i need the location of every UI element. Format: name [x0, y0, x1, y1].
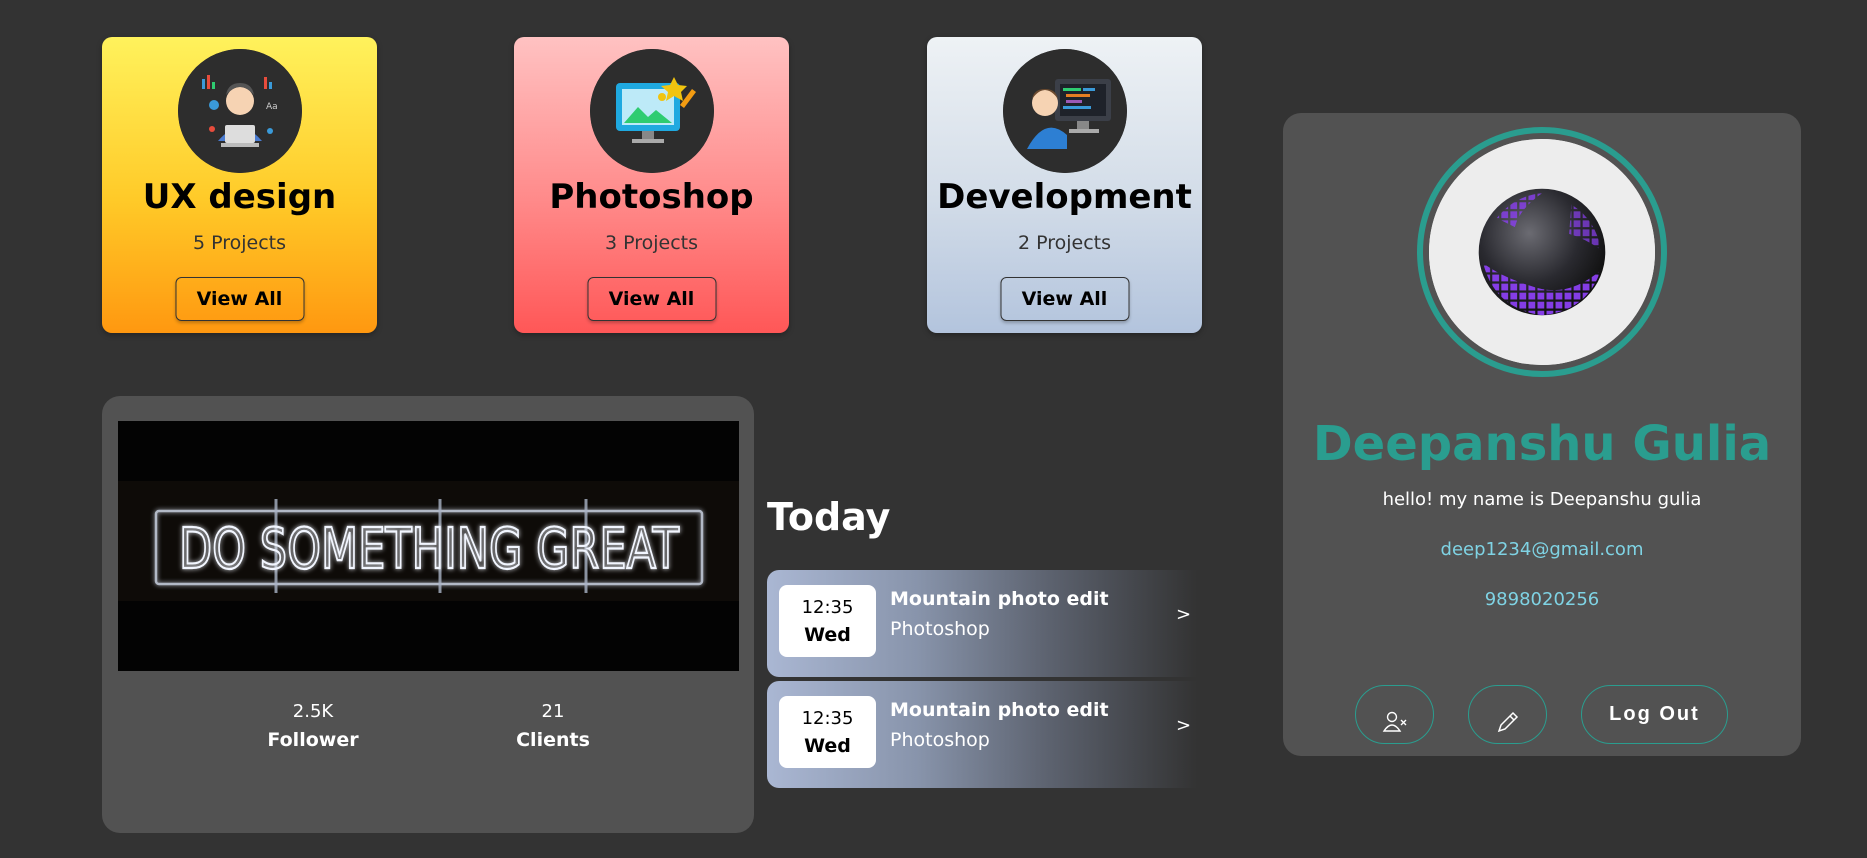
profile-name: Deepanshu Gulia — [1312, 416, 1772, 472]
unfollow-button[interactable] — [1355, 685, 1434, 744]
task-name: Mountain photo edit — [890, 699, 1109, 721]
profile-bio: hello! my name is Deepanshu gulia — [1382, 489, 1702, 510]
task-name: Mountain photo edit — [890, 588, 1109, 610]
profile-actions: Log Out — [1283, 685, 1801, 745]
task-time: 12:35 — [801, 597, 854, 618]
task-time: 12:35 — [801, 708, 854, 729]
stat-clients: 21 Clients — [483, 701, 623, 751]
stat-followers: 2.5K Follower — [243, 701, 383, 751]
category-project-count: 3 Projects — [604, 232, 699, 254]
category-title: Development — [937, 177, 1192, 217]
category-card-development: Development 2 Projects View All — [927, 37, 1202, 333]
developer-icon — [1002, 49, 1127, 173]
view-all-ux-button[interactable]: View All — [175, 277, 304, 321]
task-app: Photoshop — [890, 729, 990, 751]
edit-profile-button[interactable] — [1468, 685, 1547, 744]
profile-card: Deepanshu Gulia hello! my name is Deepan… — [1283, 113, 1801, 756]
pencil-icon — [1497, 711, 1518, 732]
category-project-count: 5 Projects — [192, 232, 287, 254]
clients-count: 21 — [541, 701, 565, 722]
view-all-photoshop-button[interactable]: View All — [587, 277, 716, 321]
ux-designer-icon: Aa — [177, 49, 302, 173]
task-app: Photoshop — [890, 618, 990, 640]
category-card-ux-design: Aa UX design 5 Projects View All — [102, 37, 377, 333]
task-date-badge: 12:35 Wed — [779, 585, 876, 657]
svg-text:Aa: Aa — [266, 102, 278, 112]
user-remove-icon — [1382, 711, 1406, 732]
svg-text:DO SOMETHING GREAT: DO SOMETHING GREAT — [179, 517, 680, 582]
photo-editor-icon — [589, 49, 714, 173]
banner-card: DO SOMETHING GREAT 2.5K Follower 21 Clie… — [102, 396, 754, 833]
chevron-right-icon[interactable]: > — [1176, 604, 1191, 625]
task-date-badge: 12:35 Wed — [779, 696, 876, 768]
task-day: Wed — [804, 735, 851, 757]
neon-banner-image: DO SOMETHING GREAT — [118, 421, 739, 671]
profile-phone-link[interactable]: 9898020256 — [1283, 589, 1801, 610]
task-item[interactable]: 12:35 Wed Mountain photo edit Photoshop … — [767, 681, 1197, 788]
avatar — [1417, 127, 1667, 377]
logout-button[interactable]: Log Out — [1581, 685, 1728, 744]
category-project-count: 2 Projects — [1017, 232, 1112, 254]
today-heading: Today — [767, 495, 891, 539]
followers-count: 2.5K — [292, 701, 334, 722]
task-item[interactable]: 12:35 Wed Mountain photo edit Photoshop … — [767, 570, 1197, 677]
category-title: Photoshop — [549, 177, 754, 217]
task-day: Wed — [804, 624, 851, 646]
avatar-image — [1429, 139, 1655, 365]
category-card-photoshop: Photoshop 3 Projects View All — [514, 37, 789, 333]
clients-label: Clients — [516, 729, 590, 751]
category-title: UX design — [142, 177, 337, 217]
view-all-development-button[interactable]: View All — [1000, 277, 1129, 321]
chevron-right-icon[interactable]: > — [1176, 715, 1191, 736]
followers-label: Follower — [267, 729, 359, 751]
profile-email-link[interactable]: deep1234@gmail.com — [1283, 539, 1801, 560]
